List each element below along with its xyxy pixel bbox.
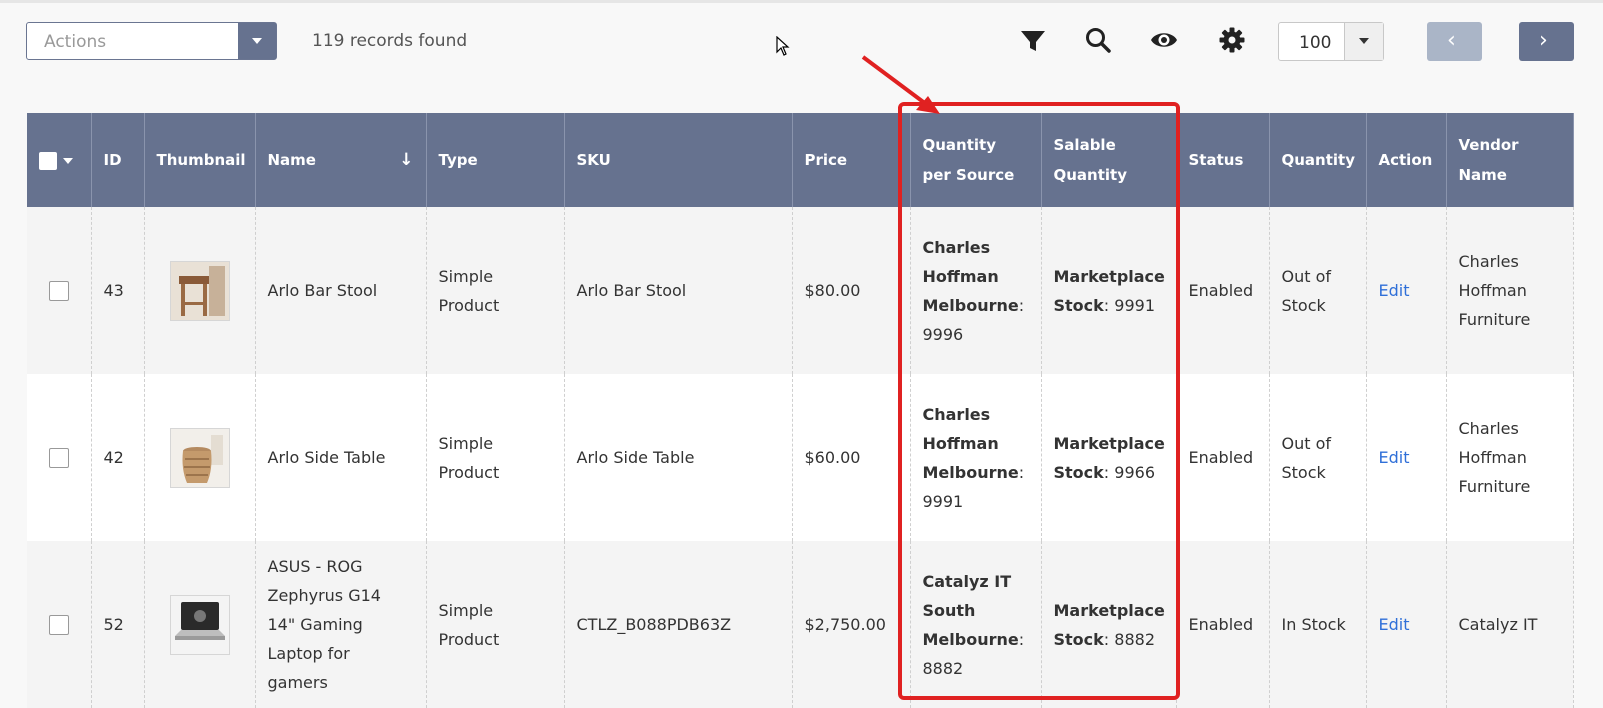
row-checkbox[interactable] (48, 614, 69, 635)
next-page-button[interactable]: › (1519, 22, 1574, 61)
column-name[interactable]: Name ↓ (255, 113, 427, 207)
records-count: 119 records found (312, 31, 468, 51)
row-checkbox[interactable] (48, 280, 69, 301)
per-page-toggle[interactable] (1344, 23, 1383, 60)
edit-link[interactable]: Edit (1379, 281, 1410, 300)
previous-page-button[interactable]: ‹ (1427, 22, 1482, 61)
mouse-cursor-icon (776, 36, 790, 56)
filter-icon[interactable] (1019, 26, 1047, 54)
cell-price: $2,750.00 (792, 541, 911, 708)
column-status[interactable]: Status (1176, 113, 1270, 207)
table-row[interactable]: 43 Arlo Bar Stool Simple Product Arlo Ba… (27, 207, 1574, 374)
cell-status: Enabled (1176, 207, 1270, 374)
cell-id: 43 (91, 207, 145, 374)
cell-vendor: Charles Hoffman Furniture (1446, 374, 1574, 541)
cell-type: Simple Product (426, 541, 565, 708)
products-grid: ID Thumbnail Name ↓ Type SKU Price Quanti… (27, 113, 1574, 708)
cell-id: 52 (91, 541, 145, 708)
cell-price: $60.00 (792, 374, 911, 541)
chevron-down-icon (1359, 38, 1369, 44)
chevron-down-icon[interactable] (63, 157, 73, 164)
cell-id: 42 (91, 374, 145, 541)
edit-link[interactable]: Edit (1379, 615, 1410, 634)
cell-name: Arlo Bar Stool (255, 207, 427, 374)
select-all-checkbox[interactable] (39, 151, 57, 170)
cell-status: Enabled (1176, 374, 1270, 541)
cell-status: Enabled (1176, 541, 1270, 708)
chevron-left-icon: ‹ (1447, 28, 1456, 53)
column-type[interactable]: Type (426, 113, 565, 207)
column-thumbnail: Thumbnail (144, 113, 256, 207)
column-sku[interactable]: SKU (564, 113, 793, 207)
eye-icon[interactable] (1150, 26, 1178, 54)
cell-sku: Arlo Bar Stool (564, 207, 793, 374)
cell-name: ASUS - ROG Zephyrus G14 14" Gaming Lapto… (255, 541, 427, 708)
cell-vendor: Catalyz IT (1446, 541, 1574, 708)
product-thumbnail[interactable] (169, 427, 230, 488)
product-thumbnail[interactable] (169, 260, 230, 321)
per-page-value: 100 (1299, 33, 1332, 53)
per-page-select[interactable]: 100 (1278, 22, 1384, 61)
cell-sku: CTLZ_B088PDB63Z (564, 541, 793, 708)
row-checkbox[interactable] (48, 447, 69, 468)
cell-stock: Out of Stock (1269, 207, 1367, 374)
gear-icon[interactable] (1218, 26, 1246, 54)
column-quantity[interactable]: Quantity (1269, 113, 1367, 207)
edit-link[interactable]: Edit (1379, 448, 1410, 467)
table-row[interactable]: 52 ASUS - ROG Zephyrus G14 14" Gaming La… (27, 541, 1574, 708)
column-price[interactable]: Price (792, 113, 911, 207)
top-border (0, 0, 1603, 3)
products-table: ID Thumbnail Name ↓ Type SKU Price Quanti… (27, 113, 1574, 708)
actions-toggle-button[interactable] (238, 23, 276, 59)
select-all-header[interactable] (27, 113, 92, 207)
chevron-right-icon: › (1539, 28, 1548, 53)
cell-stock: In Stock (1269, 541, 1367, 708)
cell-type: Simple Product (426, 374, 565, 541)
column-id[interactable]: ID (91, 113, 145, 207)
cell-vendor: Charles Hoffman Furniture (1446, 207, 1574, 374)
product-thumbnail[interactable] (169, 594, 230, 655)
sort-descending-icon[interactable]: ↓ (399, 145, 413, 175)
actions-placeholder: Actions (44, 32, 107, 52)
column-action: Action (1366, 113, 1447, 207)
cell-sku: Arlo Side Table (564, 374, 793, 541)
cell-name: Arlo Side Table (255, 374, 427, 541)
annotation-highlight-box (898, 102, 1180, 700)
chevron-down-icon (252, 38, 262, 44)
cell-type: Simple Product (426, 207, 565, 374)
cell-price: $80.00 (792, 207, 911, 374)
actions-dropdown[interactable]: Actions (26, 22, 277, 60)
cell-stock: Out of Stock (1269, 374, 1367, 541)
column-name-label: Name (267, 151, 316, 169)
search-icon[interactable] (1084, 26, 1112, 54)
column-vendor-name[interactable]: Vendor Name (1446, 113, 1574, 207)
table-row[interactable]: 42 Arlo Side Table Simple Product Arlo S… (27, 374, 1574, 541)
